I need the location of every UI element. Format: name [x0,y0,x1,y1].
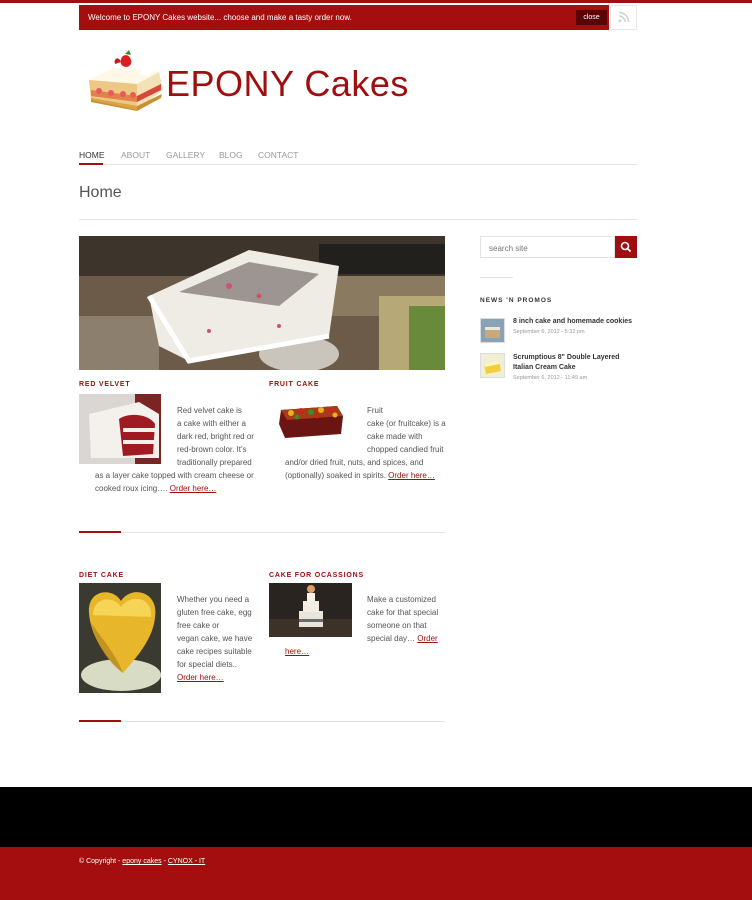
red-velvet-image [79,394,161,464]
order-link-occasions-cont[interactable]: here… [285,647,309,656]
section-title-diet-cake[interactable]: DIET CAKE [79,572,124,579]
section-divider [79,532,445,533]
page-title: Home [79,184,122,201]
nav-active-indicator [79,163,103,165]
cake-logo[interactable] [85,50,165,114]
section-title-fruit-cake[interactable]: FRUIT CAKE [269,381,319,388]
text-line: as a layer cake topped with cream cheese… [95,471,254,480]
news-image [481,354,504,377]
site-title[interactable]: EPONY Cakes [166,63,409,105]
fruit-cake-image [277,402,345,440]
text-line: cake (or fruitcake) is a [367,419,446,428]
news-thumb-2[interactable] [480,353,505,378]
close-button[interactable]: close [576,10,607,25]
text-line: vegan cake, we have [177,634,253,643]
section-divider-accent [79,720,121,722]
news-image [481,319,504,342]
news-thumb-1[interactable] [480,318,505,343]
site-link[interactable]: epony cakes [122,858,161,865]
news-title-2[interactable]: Scrumptious 8" Double Layered Italian Cr… [513,353,619,373]
text-line: someone on that [367,621,427,630]
text-line: traditionally prepared [177,458,252,467]
news-title-line[interactable]: Italian Cream Cake [513,364,576,371]
text-line: (optionally) soaked in spirits. [285,471,386,480]
text-line: for special diets.. [177,660,238,669]
title-divider [79,219,637,220]
red-velvet-text-cont: as a layer cake topped with cream cheese… [95,469,254,495]
text-line: cake made with [367,432,423,441]
rss-icon [618,11,630,23]
nav-about[interactable]: ABOUT [121,150,150,160]
section-title-red-velvet[interactable]: RED VELVET [79,381,130,388]
section-divider-accent [79,531,121,533]
text-line: Red velvet cake is [177,406,242,415]
order-link-occasions[interactable]: Order [417,634,437,643]
text-line: Whether you need a [177,595,250,604]
section-title-cake-for-occasions[interactable]: CAKE FOR OCASSIONS [269,572,364,579]
news-title-1[interactable]: 8 inch cake and homemade cookies [513,317,632,327]
text-line: cake recipes suitable [177,647,252,656]
occasion-cake-image [269,583,352,637]
search-box [480,236,616,258]
diet-cake-image [79,583,161,693]
text-line: cooked roux icing…. [95,484,168,493]
fruit-cake-text: Fruit cake (or fruitcake) is a cake made… [367,404,446,456]
text-line: free cake or [177,621,220,630]
welcome-text: Welcome to EPONY Cakes website... choose… [88,13,352,22]
footer-widgets [0,787,752,847]
text-line: gluten free cake, egg [177,608,252,617]
nav-gallery[interactable]: GALLERY [166,150,205,160]
news-date-1: September 6, 2012 - 5:32 pm [513,329,585,335]
nav-home[interactable]: HOME [79,150,105,160]
nav-blog[interactable]: BLOG [219,150,243,160]
text-line: and/or dried fruit, nuts, and spices, an… [285,458,424,467]
top-accent-line [0,0,752,3]
order-link-fruit-cake[interactable]: Order here… [388,471,435,480]
diet-cake-text: Whether you need a gluten free cake, egg… [177,593,252,684]
company-link[interactable]: CYNOX - IT [168,858,205,865]
nav-divider [79,164,637,165]
order-link-red-velvet[interactable]: Order here… [170,484,217,493]
news-heading: NEWS 'N PROMOS [480,297,553,304]
text-line: dark red, bright red or [177,432,254,441]
news-title-line[interactable]: Scrumptious 8" Double Layered [513,354,619,361]
section-divider [79,721,445,722]
search-input[interactable] [487,238,616,258]
copyright-prefix: © Copyright - [79,858,121,865]
search-button[interactable] [615,236,637,258]
welcome-bar: Welcome to EPONY Cakes website... choose… [79,5,609,30]
text-line: Make a customized [367,595,436,604]
occasions-text: Make a customized cake for that special … [367,593,438,645]
hero-cake-image [79,236,445,370]
text-line: cake for that special [367,608,439,617]
text-line: a cake with either a [177,419,246,428]
red-velvet-text: Red velvet cake is a cake with either a … [177,404,254,469]
nav-contact[interactable]: CONTACT [258,150,298,160]
search-icon [620,241,632,253]
text-line: Fruit [367,406,383,415]
copyright: © Copyright - epony cakes - CYNOX - IT [79,858,205,865]
news-date-2: September 6, 2012 - 11:49 am [513,375,588,381]
text-line: red-brown color. It's [177,445,247,454]
sidebar-divider [480,277,513,278]
copyright-separator: - [163,858,166,865]
fruit-cake-text-cont: and/or dried fruit, nuts, and spices, an… [285,456,435,482]
rss-button[interactable] [610,5,637,30]
occasions-text-cont: here… [285,645,309,658]
order-link-diet-cake[interactable]: Order here… [177,673,224,682]
text-line: special day… [367,634,416,643]
text-line: chopped candied fruit [367,445,444,454]
footer-bar [0,847,752,900]
